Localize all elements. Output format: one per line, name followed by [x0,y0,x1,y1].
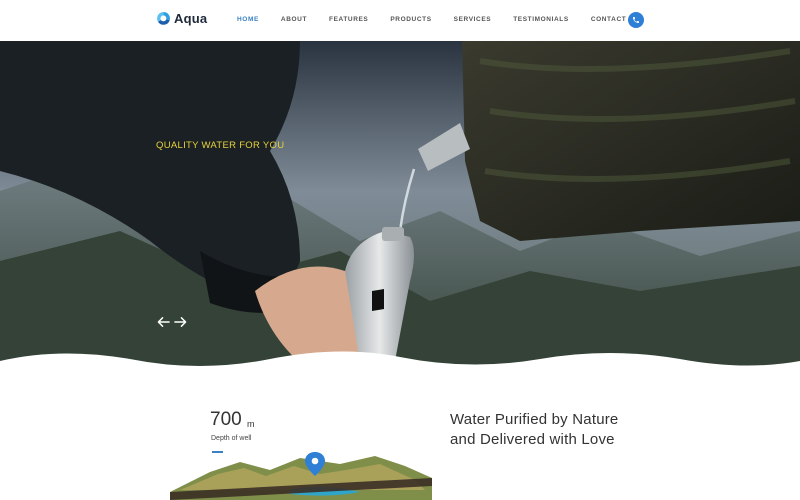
arrow-left-icon[interactable] [157,316,170,328]
hero-image [0,41,800,375]
nav-products[interactable]: PRODUCTS [390,16,431,23]
wave-divider [0,351,800,375]
slider-controls [157,316,187,328]
site-header: Aqua HOME ABOUT FEATURES PRODUCTS SERVIC… [0,0,800,41]
nav-services[interactable]: SERVICES [454,16,492,23]
nav-home[interactable]: HOME [237,16,259,23]
section-headline: Water Purified by Nature and Delivered w… [450,410,618,450]
nav-testimonials[interactable]: TESTIMONIALS [513,16,569,23]
nav-features[interactable]: FEATURES [329,16,368,23]
water-drop-recycle-icon [156,11,171,26]
terrain-illustration [170,452,432,500]
logo[interactable]: Aqua [156,11,207,26]
headline-line-1: Water Purified by Nature [450,411,619,428]
depth-value: 700 [210,409,242,430]
phone-icon [633,17,639,23]
brand-name: Aqua [174,11,208,26]
main-nav: HOME ABOUT FEATURES PRODUCTS SERVICES TE… [237,16,639,23]
depth-unit: m [247,419,255,429]
phone-button[interactable] [628,12,644,28]
nav-about[interactable]: ABOUT [281,16,307,23]
arrow-right-icon[interactable] [174,316,187,328]
hero-tagline: QUALITY WATER FOR YOU [156,140,285,151]
headline-line-2: and Delivered with Love [450,431,615,448]
hero-slider: QUALITY WATER FOR YOU [0,41,800,375]
depth-label: Depth of well [211,435,252,442]
